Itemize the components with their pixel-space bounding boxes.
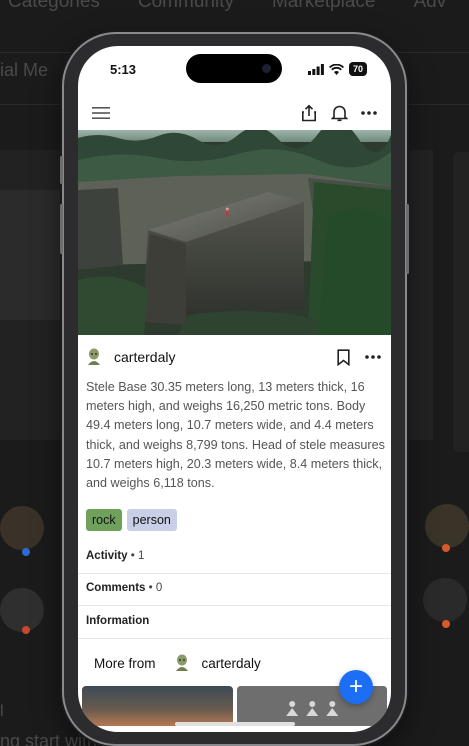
- phone-side-button: [60, 204, 63, 254]
- add-button[interactable]: +: [339, 670, 373, 704]
- status-time: 5:13: [110, 61, 137, 77]
- bg-nav-item: Adv: [413, 0, 447, 12]
- activity-label: Activity: [86, 550, 128, 562]
- bg-avatar: [423, 578, 467, 622]
- bg-nav-item: Community: [137, 0, 234, 12]
- app-bar-actions: [300, 104, 377, 122]
- dynamic-island: [186, 54, 282, 83]
- more-from-section: More from carterdaly: [94, 654, 261, 672]
- divider: [78, 638, 391, 639]
- comments-label: Comments: [86, 582, 146, 594]
- app-bar: [78, 98, 391, 128]
- bell-icon[interactable]: [331, 104, 348, 122]
- bg-text: l: [0, 703, 4, 720]
- activity-row[interactable]: Activity • 1: [86, 550, 144, 562]
- post-image[interactable]: [78, 130, 391, 335]
- home-indicator: [174, 722, 295, 726]
- bg-badge: [442, 544, 450, 552]
- bookmark-icon[interactable]: [337, 348, 350, 366]
- bg-badge: [22, 626, 30, 634]
- comments-row[interactable]: Comments • 0: [86, 582, 162, 594]
- bg-badge: [22, 548, 30, 556]
- information-row[interactable]: Information: [86, 615, 149, 627]
- post-author[interactable]: carterdaly: [86, 348, 175, 366]
- signal-icon: [307, 63, 324, 75]
- post-header: carterdaly: [86, 345, 381, 369]
- battery-indicator: 70: [348, 62, 367, 76]
- share-icon[interactable]: [300, 104, 318, 122]
- comments-count: 0: [155, 582, 163, 594]
- status-icons: 70: [307, 62, 367, 76]
- thumbnail[interactable]: [82, 686, 233, 726]
- plus-icon: +: [348, 673, 363, 700]
- bg-nav-item: Categories: [8, 0, 100, 12]
- more-from-avatar: [175, 654, 188, 671]
- phone-screen: 5:13 70 carterdaly Stele Base 30.35 mete…: [78, 46, 391, 732]
- post-more-icon[interactable]: [365, 355, 381, 359]
- phone-side-button: [406, 204, 409, 274]
- tag-list: rock person: [86, 509, 177, 531]
- background-card: [0, 150, 66, 440]
- post-actions: [337, 348, 381, 366]
- bg-nav-item: Marketplace: [271, 0, 376, 12]
- bg-badge: [442, 620, 450, 628]
- bg-avatar: [0, 506, 44, 550]
- more-icon[interactable]: [361, 111, 377, 115]
- bg-avatar: [0, 588, 44, 632]
- tag-chip[interactable]: person: [126, 509, 177, 531]
- background-card: [453, 152, 469, 452]
- post-description: Stele Base 30.35 meters long, 13 meters …: [86, 380, 385, 491]
- bg-text: ng start with: [0, 731, 98, 746]
- information-label: Information: [86, 615, 150, 627]
- author-name[interactable]: carterdaly: [114, 349, 175, 365]
- divider: [78, 573, 391, 574]
- tag-chip[interactable]: rock: [86, 509, 122, 531]
- bg-avatar: [425, 504, 469, 548]
- more-from-author[interactable]: carterdaly: [202, 656, 261, 671]
- wifi-icon: [328, 63, 344, 75]
- background-nav: Categories Community Marketplace Adv: [8, 0, 469, 13]
- divider: [78, 605, 391, 606]
- background-subtitle: ial Me: [0, 60, 49, 80]
- more-from-label: More from: [94, 655, 156, 671]
- author-avatar: [88, 348, 100, 365]
- phone-frame: 5:13 70 carterdaly Stele Base 30.35 mete…: [60, 34, 409, 744]
- activity-count: 1: [137, 550, 145, 562]
- menu-icon[interactable]: [92, 106, 110, 120]
- phone-side-button: [60, 156, 63, 184]
